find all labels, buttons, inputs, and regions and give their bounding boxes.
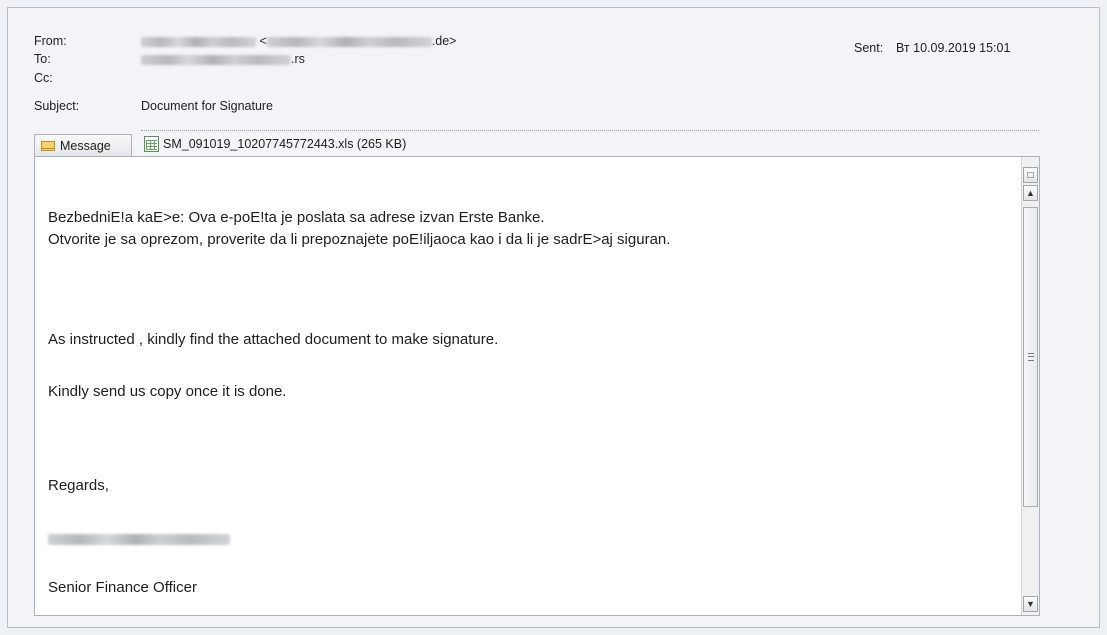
sent-label: Sent:: [854, 41, 884, 55]
to-label: To:: [34, 52, 51, 66]
redacted-signature-name: [48, 534, 230, 545]
redacted-recipient: [141, 54, 291, 65]
body-line-title: Senior Finance Officer: [48, 579, 197, 596]
subject-value: Document for Signature: [141, 99, 274, 113]
body-line-warning-1: BezbedniE!a kaE>e: Ova e-poE!ta je posla…: [48, 209, 545, 226]
redacted-sender-address: [266, 36, 432, 47]
body-line-instruction: As instructed , kindly find the attached…: [48, 331, 499, 348]
email-reading-pane: From: < .de> To: .rs Cc: Subject: Documen…: [7, 7, 1100, 628]
body-line-regards: Regards,: [48, 477, 109, 494]
from-bracket-open: <: [259, 34, 267, 48]
page-corner-icon[interactable]: □: [1023, 167, 1038, 183]
redacted-sender-name: [141, 36, 256, 47]
tab-message[interactable]: Message: [34, 134, 132, 156]
envelope-icon: [41, 140, 55, 151]
header-divider: [141, 130, 1039, 131]
to-value[interactable]: .rs: [141, 52, 305, 66]
chevron-up-icon[interactable]: ▲: [1023, 185, 1038, 201]
body-line-request: Kindly send us copy once it is done.: [48, 383, 287, 400]
scrollbar-thumb[interactable]: [1023, 207, 1038, 507]
message-body[interactable]: BezbedniE!a kaE>e: Ova e-poE!ta je posla…: [34, 156, 1040, 616]
to-domain-suffix: .rs: [291, 52, 305, 66]
sent-value: Вт 10.09.2019 15:01: [896, 41, 1011, 55]
from-label: From:: [34, 34, 67, 48]
from-domain-suffix: .de>: [431, 34, 457, 48]
subject-label: Subject:: [34, 99, 80, 113]
chevron-down-icon[interactable]: ▼: [1023, 596, 1038, 612]
vertical-scrollbar[interactable]: □ ▲ ▼: [1021, 157, 1039, 615]
tab-message-label: Message: [60, 138, 111, 153]
grip-icon: [1028, 353, 1034, 361]
attachment-label: SM_091019_10207745772443.xls (265 KB): [163, 137, 407, 151]
excel-file-icon: [144, 136, 159, 152]
cc-label: Cc:: [34, 71, 53, 85]
body-line-warning-2: Otvorite je sa oprezom, proverite da li …: [48, 231, 671, 248]
attachment-item[interactable]: SM_091019_10207745772443.xls (265 KB): [144, 136, 406, 152]
from-value[interactable]: < .de>: [141, 34, 456, 48]
